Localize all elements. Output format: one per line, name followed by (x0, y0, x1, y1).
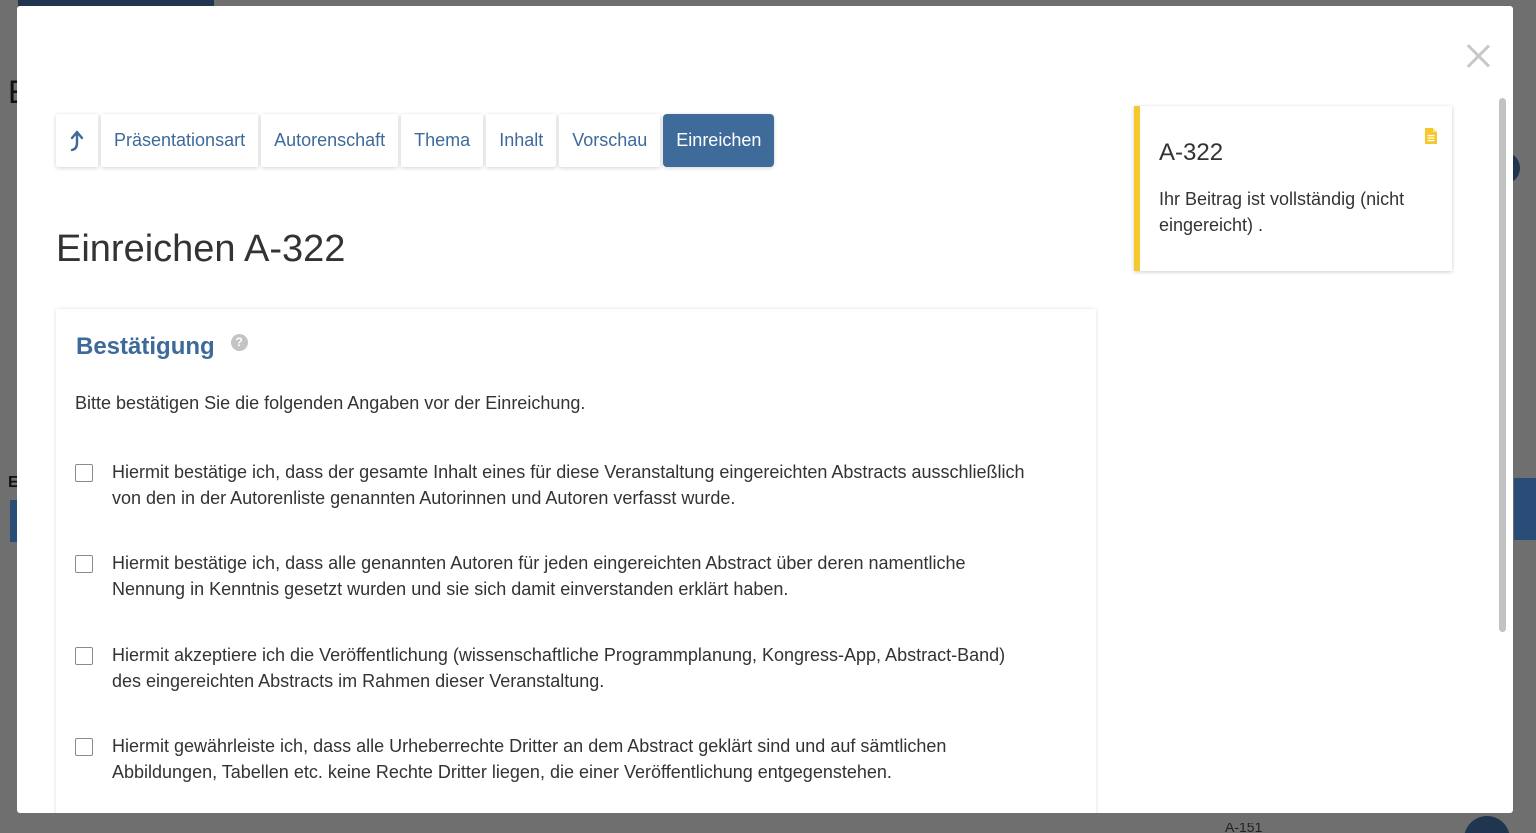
confirmation-panel: Bestätigung ? Bitte bestätigen Sie die f… (56, 309, 1096, 813)
scrollbar-thumb[interactable] (1499, 98, 1506, 632)
confirmation-intro: Bitte bestätigen Sie die folgenden Angab… (75, 393, 586, 413)
status-card: A-322 Ihr Beitrag ist vollständig (nicht… (1134, 106, 1452, 271)
close-icon[interactable] (1463, 40, 1493, 70)
checkbox-publication[interactable] (75, 647, 93, 665)
confirmation-header: Bestätigung ? (76, 333, 248, 361)
tab-vorschau[interactable]: Vorschau (559, 114, 661, 167)
page-title: Einreichen A-322 (56, 228, 346, 270)
tab-inhalt[interactable]: Inhalt (486, 114, 557, 167)
confirmation-item-text: Hiermit akzeptiere ich die Veröffentlich… (112, 645, 1006, 691)
checkbox-authors-informed[interactable] (75, 555, 93, 573)
wizard-tabs: Präsentationsart Autorenschaft Thema Inh… (56, 114, 775, 167)
status-message: Ihr Beitrag ist vollständig (nicht einge… (1159, 189, 1405, 235)
arrow-up-icon (69, 129, 85, 153)
confirmation-item-text: Hiermit bestätige ich, dass der gesamte … (112, 462, 1025, 508)
confirmation-item-text: Hiermit gewährleiste ich, dass alle Urhe… (112, 736, 947, 782)
status-submission-id: A-322 (1159, 139, 1224, 166)
confirmation-item-publication: Hiermit akzeptiere ich die Veröffentlich… (75, 642, 1035, 694)
confirmation-item-copyright: Hiermit gewährleiste ich, dass alle Urhe… (75, 733, 1035, 785)
submission-modal: Präsentationsart Autorenschaft Thema Inh… (17, 6, 1513, 813)
checkbox-copyright[interactable] (75, 738, 93, 756)
modal-scrollbar[interactable] (1495, 96, 1509, 813)
checkbox-authorship[interactable] (75, 464, 93, 482)
tab-thema[interactable]: Thema (401, 114, 484, 167)
tab-up[interactable] (56, 114, 98, 167)
background-row-id: A-151 (1225, 823, 1263, 833)
confirmation-item-authors-informed: Hiermit bestätige ich, dass alle genannt… (75, 550, 1035, 602)
document-icon (1424, 127, 1438, 150)
background-button-fragment-right (1514, 478, 1536, 540)
confirmation-item-authorship: Hiermit bestätige ich, dass der gesamte … (75, 459, 1035, 511)
help-icon[interactable]: ? (230, 333, 248, 351)
tab-praesentationsart[interactable]: Präsentationsart (101, 114, 259, 167)
tab-autorenschaft[interactable]: Autorenschaft (261, 114, 399, 167)
tab-einreichen[interactable]: Einreichen (663, 114, 775, 167)
confirmation-title: Bestätigung (76, 333, 215, 360)
confirmation-item-text: Hiermit bestätige ich, dass alle genannt… (112, 553, 966, 599)
background-table-row: A-151 (60, 823, 1510, 833)
